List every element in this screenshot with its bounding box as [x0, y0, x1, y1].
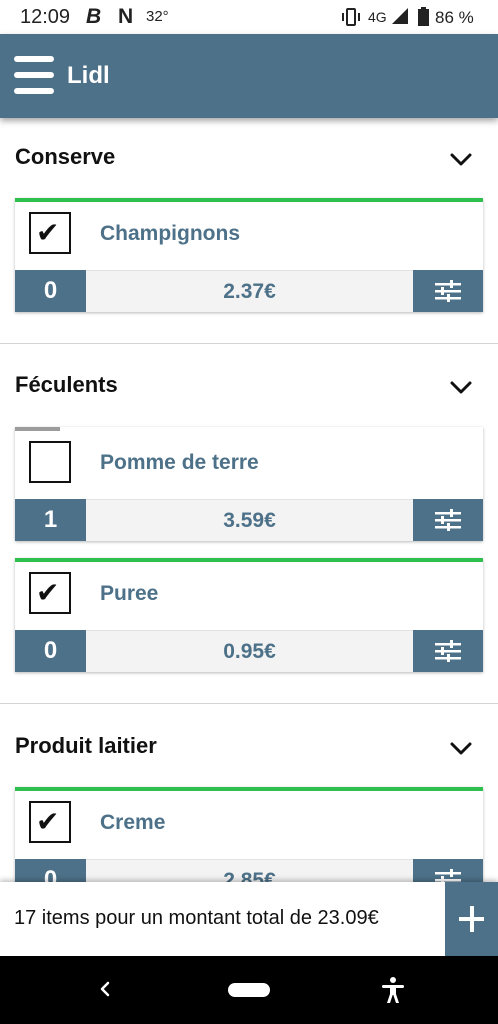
- notification-n-icon: N: [118, 5, 134, 28]
- chevron-down-icon[interactable]: [446, 372, 476, 402]
- battery-percent: 86 %: [435, 8, 474, 27]
- item-quantity[interactable]: 0: [15, 630, 86, 672]
- section-header-conserve[interactable]: Conserve: [0, 134, 498, 184]
- item-quantity[interactable]: 0: [15, 859, 86, 882]
- list-item-champignons[interactable]: ✔ Champignons 0 2.37€: [15, 198, 483, 312]
- item-status-bar: [15, 558, 483, 562]
- item-checkbox[interactable]: ✔: [29, 801, 71, 843]
- item-status-bar: [15, 787, 483, 791]
- app-bar: Lidl: [0, 34, 498, 118]
- item-settings-button[interactable]: [413, 270, 483, 312]
- total-summary: 17 items pour un montant total de 23.09€: [14, 907, 379, 929]
- item-name[interactable]: Puree: [100, 582, 158, 606]
- sliders-icon: [435, 869, 461, 882]
- item-status-bar: [15, 427, 60, 431]
- item-name[interactable]: Creme: [100, 811, 165, 835]
- chevron-down-icon[interactable]: [446, 144, 476, 174]
- total-bar: 17 items pour un montant total de 23.09€: [0, 882, 498, 956]
- list-item-creme[interactable]: ✔ Creme 0 2.85€: [15, 787, 483, 882]
- item-name[interactable]: Champignons: [100, 222, 240, 246]
- sliders-icon: [435, 509, 461, 531]
- item-quantity[interactable]: 0: [15, 270, 86, 312]
- network-type: 4G: [368, 9, 387, 25]
- section-divider: [0, 343, 498, 344]
- list-item-puree[interactable]: ✔ Puree 0 0.95€: [15, 558, 483, 672]
- section-title: Féculents: [15, 372, 118, 397]
- system-nav-bar: [0, 956, 498, 1024]
- add-item-button[interactable]: [445, 882, 498, 956]
- item-settings-button[interactable]: [413, 859, 483, 882]
- check-icon: ✔: [36, 806, 60, 837]
- status-temperature: 32°: [146, 8, 169, 25]
- item-price: 3.59€: [86, 499, 413, 541]
- item-price: 0.95€: [86, 630, 413, 672]
- check-icon: ✔: [36, 577, 60, 608]
- notification-b-icon: B: [86, 5, 102, 28]
- list-item-pomme-de-terre[interactable]: Pomme de terre 1 3.59€: [15, 427, 483, 541]
- item-checkbox[interactable]: ✔: [29, 212, 71, 254]
- shopping-list[interactable]: Conserve ✔ Champignons 0 2.37€ Féculents…: [0, 118, 498, 882]
- section-header-feculents[interactable]: Féculents: [0, 362, 498, 412]
- sliders-icon: [435, 280, 461, 302]
- signal-icon: [392, 8, 408, 24]
- sliders-icon: [435, 640, 461, 662]
- section-title: Produit laitier: [15, 733, 157, 758]
- item-settings-button[interactable]: [413, 630, 483, 672]
- section-title: Conserve: [15, 144, 116, 169]
- chevron-down-icon[interactable]: [446, 733, 476, 763]
- item-settings-button[interactable]: [413, 499, 483, 541]
- item-price: 2.85€: [86, 859, 413, 882]
- item-checkbox[interactable]: [29, 441, 71, 483]
- item-price: 2.37€: [86, 270, 413, 312]
- item-checkbox[interactable]: ✔: [29, 572, 71, 614]
- section-header-produit-laitier[interactable]: Produit laitier: [0, 723, 498, 773]
- item-status-bar: [15, 198, 483, 202]
- home-pill[interactable]: [228, 983, 270, 997]
- status-bar: 12:09 B N 32° 4G 86 %: [0, 0, 498, 34]
- item-name[interactable]: Pomme de terre: [100, 451, 259, 475]
- vibrate-icon: [342, 8, 360, 26]
- status-time: 12:09: [20, 6, 71, 28]
- section-divider: [0, 703, 498, 704]
- hamburger-menu-icon[interactable]: [14, 56, 54, 94]
- app-title: Lidl: [67, 62, 110, 89]
- battery-icon: [418, 7, 429, 26]
- accessibility-icon[interactable]: [380, 976, 406, 1004]
- back-icon[interactable]: [96, 978, 114, 1000]
- check-icon: ✔: [36, 217, 60, 248]
- item-quantity[interactable]: 1: [15, 499, 86, 541]
